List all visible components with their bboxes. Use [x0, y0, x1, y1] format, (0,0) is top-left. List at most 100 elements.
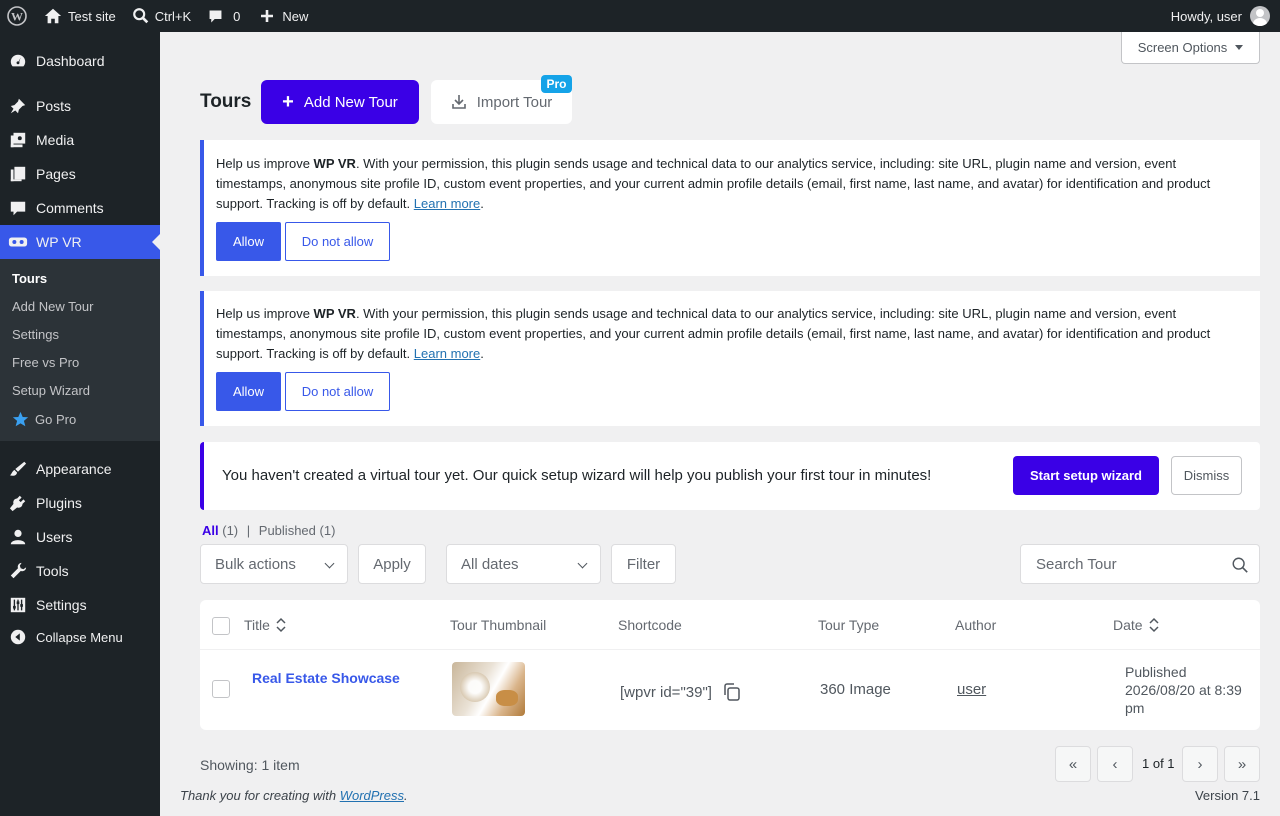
tour-type: 360 Image — [820, 681, 891, 698]
allow-button[interactable]: Allow — [216, 372, 281, 411]
sidebar-item-pages[interactable]: Pages — [0, 157, 160, 191]
column-header-shortcode: Shortcode — [618, 617, 682, 633]
new-content-link[interactable]: New — [248, 0, 316, 32]
apply-button[interactable]: Apply — [358, 544, 426, 584]
view-published-link[interactable]: Published — [259, 523, 316, 538]
search-tour-input[interactable]: Search Tour — [1020, 544, 1260, 584]
comments-link[interactable]: 0 — [199, 0, 248, 32]
footer-thanks: Thank you for creating with WordPress. — [180, 788, 408, 803]
sidebar-item-dashboard[interactable]: Dashboard — [0, 44, 160, 78]
learn-more-link[interactable]: Learn more — [414, 346, 480, 361]
command-palette-link[interactable]: Ctrl+K — [124, 0, 199, 32]
sidebar-item-label: Tools — [36, 563, 69, 579]
wordpress-link[interactable]: WordPress — [340, 788, 404, 803]
footer-version: Version 7.1 — [1194, 788, 1260, 803]
start-setup-wizard-button[interactable]: Start setup wizard — [1013, 456, 1159, 495]
row-checkbox[interactable] — [212, 680, 230, 698]
pin-icon — [0, 97, 36, 115]
chevron-down-icon — [324, 558, 335, 569]
my-account-link[interactable]: Howdy, user — [1163, 0, 1280, 32]
prev-page-button[interactable]: ‹ — [1097, 746, 1133, 782]
column-header-date[interactable]: Date — [1113, 617, 1159, 633]
date-suffix: pm — [1125, 700, 1145, 716]
allow-button[interactable]: Allow — [216, 222, 281, 261]
wrench-icon — [0, 562, 36, 580]
go-pro-label: Go Pro — [35, 412, 77, 427]
submenu-item-setup-wizard[interactable]: Setup Wizard — [12, 383, 90, 398]
site-name: Test site — [68, 8, 116, 24]
column-header-title[interactable]: Title — [244, 617, 286, 633]
tracking-notice: Help us improve WP VR. With your permiss… — [200, 291, 1260, 426]
submenu-item-free-vs-pro[interactable]: Free vs Pro — [12, 355, 79, 370]
date-filter-select[interactable]: All dates — [446, 544, 601, 584]
sidebar-item-label: Posts — [36, 98, 72, 114]
do-not-allow-button[interactable]: Do not allow — [285, 372, 390, 411]
tour-thumbnail — [452, 662, 525, 716]
sidebar-item-plugins[interactable]: Plugins — [0, 486, 160, 520]
sidebar-item-label: Settings — [36, 597, 87, 613]
sort-icon — [276, 617, 286, 633]
first-page-button[interactable]: « — [1055, 746, 1091, 782]
copy-icon[interactable] — [722, 682, 742, 702]
filter-button[interactable]: Filter — [611, 544, 676, 584]
sidebar-item-label: WP VR — [36, 234, 82, 250]
submenu-item-add-new-tour[interactable]: Add New Tour — [12, 299, 93, 314]
shortcode-text: [wpvr id="39"] — [620, 683, 712, 701]
last-page-button[interactable]: » — [1224, 746, 1260, 782]
submenu-item-settings[interactable]: Settings — [12, 327, 59, 342]
learn-more-link[interactable]: Learn more — [414, 196, 480, 211]
sidebar-item-posts[interactable]: Posts — [0, 89, 160, 123]
sidebar-item-media[interactable]: Media — [0, 123, 160, 157]
search-shortcut: Ctrl+K — [154, 8, 192, 24]
sidebar-item-label: Appearance — [36, 461, 112, 477]
screen-options-label: Screen Options — [1137, 40, 1228, 55]
collapse-icon — [0, 628, 36, 646]
next-page-button[interactable]: › — [1182, 746, 1218, 782]
admin-bar: W Test site Ctrl+K 0 New Howdy, user — [0, 0, 1280, 32]
star-icon — [12, 411, 29, 427]
apply-label: Apply — [373, 555, 411, 573]
download-icon — [451, 95, 466, 109]
collapse-menu-button[interactable]: Collapse Menu — [0, 620, 160, 654]
bulk-actions-select[interactable]: Bulk actions — [200, 544, 348, 584]
dashboard-icon — [0, 52, 36, 70]
sidebar-item-users[interactable]: Users — [0, 520, 160, 554]
user-icon — [0, 528, 36, 546]
column-header-author: Author — [955, 617, 997, 633]
admin-sidebar: Dashboard Posts Media Pages Comments WP … — [0, 32, 160, 816]
tracking-notice: Help us improve WP VR. With your permiss… — [200, 140, 1260, 276]
view-all-link[interactable]: All — [202, 523, 219, 538]
tracking-notice-text: Help us improve WP VR. With your permiss… — [216, 306, 1211, 361]
view-separator: | — [246, 523, 251, 538]
dismiss-button[interactable]: Dismiss — [1171, 456, 1242, 495]
sidebar-item-settings[interactable]: Settings — [0, 588, 160, 622]
search-icon[interactable] — [1231, 556, 1249, 574]
sidebar-item-wp-vr[interactable]: WP VR — [0, 225, 160, 259]
submenu-item-go-pro[interactable]: Go Pro — [12, 411, 76, 428]
wordpress-logo-icon[interactable]: W — [0, 0, 35, 32]
sidebar-item-tools[interactable]: Tools — [0, 554, 160, 588]
sidebar-item-appearance[interactable]: Appearance — [0, 452, 160, 486]
status-views: All (1) | Published (1) — [202, 523, 335, 538]
screen-options-button[interactable]: Screen Options — [1121, 32, 1260, 64]
tours-table: Title Tour Thumbnail Shortcode Tour Type… — [200, 600, 1260, 730]
pages-icon — [0, 165, 36, 183]
items-count: Showing: 1 item — [200, 757, 300, 773]
sidebar-item-comments[interactable]: Comments — [0, 191, 160, 225]
site-name-link[interactable]: Test site — [35, 0, 124, 32]
submenu-item-tours[interactable]: Tours — [12, 271, 47, 286]
plus-icon: + — [282, 91, 294, 113]
author-link[interactable]: user — [957, 681, 986, 698]
column-header-thumbnail: Tour Thumbnail — [450, 617, 547, 633]
do-not-allow-button[interactable]: Do not allow — [285, 222, 390, 261]
tour-title-link[interactable]: Real Estate Showcase — [252, 670, 400, 686]
page-count: 1 of 1 — [1142, 756, 1175, 771]
plug-icon — [0, 494, 36, 512]
search-icon — [132, 8, 148, 24]
setup-wizard-notice: You haven't created a virtual tour yet. … — [200, 442, 1260, 510]
comment-icon — [209, 10, 222, 22]
date-value: 2026/08/20 at 8:39 — [1125, 682, 1242, 698]
select-all-checkbox[interactable] — [212, 617, 230, 635]
bulk-actions-value: Bulk actions — [215, 555, 296, 573]
add-new-tour-button[interactable]: + Add New Tour — [261, 80, 419, 124]
